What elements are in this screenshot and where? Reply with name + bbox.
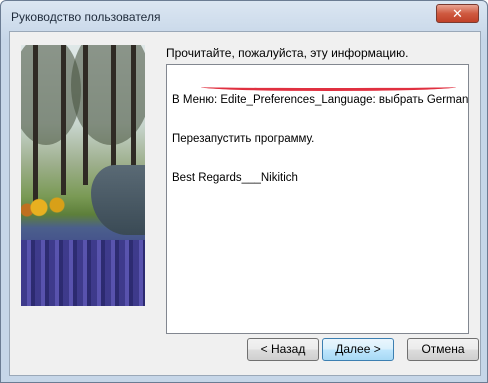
annotation-underline bbox=[201, 83, 456, 91]
title-bar[interactable]: Руководство пользователя ✕ bbox=[1, 1, 487, 31]
wizard-side-image bbox=[21, 45, 145, 306]
info-line: Best Regards___Nikitich bbox=[172, 172, 298, 184]
setup-wizard-window: Руководство пользователя ✕ Прочитайте, п… bbox=[0, 0, 488, 383]
info-line: Перезапустить программу. bbox=[172, 133, 315, 145]
close-button[interactable]: ✕ bbox=[436, 4, 479, 23]
close-icon: ✕ bbox=[452, 6, 463, 21]
info-text-box[interactable]: В Меню: Edite_Preferences_Language: выбр… bbox=[166, 64, 469, 334]
next-button[interactable]: Далее > bbox=[322, 338, 394, 361]
instruction-text: Прочитайте, пожалуйста, эту информацию. bbox=[166, 46, 409, 60]
window-title: Руководство пользователя bbox=[11, 10, 161, 24]
info-line: В Меню: Edite_Preferences_Language: выбр… bbox=[172, 94, 469, 106]
back-button[interactable]: < Назад bbox=[247, 338, 319, 361]
cancel-button[interactable]: Отмена bbox=[407, 338, 479, 361]
